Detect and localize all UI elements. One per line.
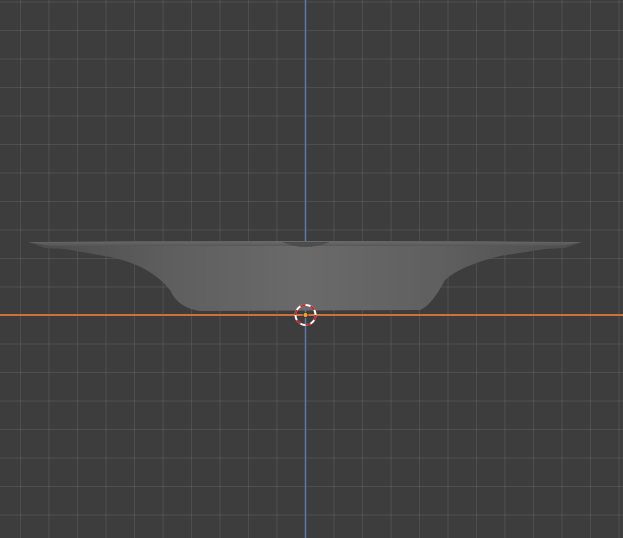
plate-mesh[interactable] (28, 241, 582, 311)
3d-viewport[interactable] (0, 0, 623, 538)
origin-point-icon (302, 312, 309, 318)
viewport-overlay (0, 0, 623, 538)
